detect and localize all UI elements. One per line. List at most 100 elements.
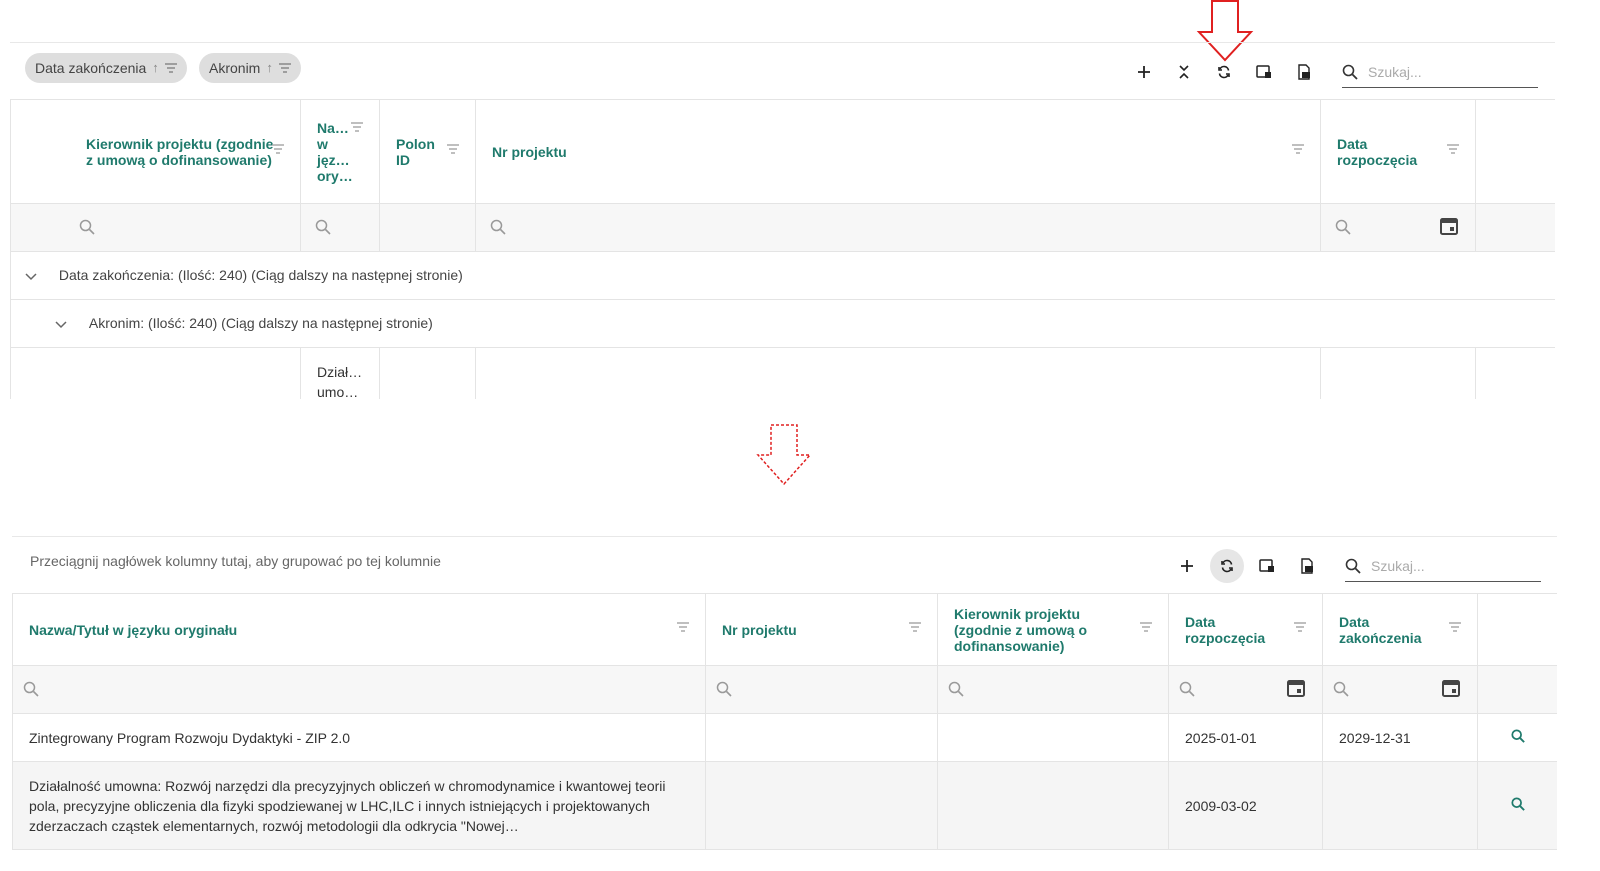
group-row-label: Akronim: (Ilość: 240) (Ciąg dalszy na na…	[88, 314, 433, 331]
column-chooser-icon	[1259, 559, 1274, 572]
filter-cell-kierownik[interactable]	[10, 203, 301, 252]
calendar-icon[interactable]	[1286, 678, 1306, 698]
add-button[interactable]	[1167, 549, 1207, 583]
filter-icon[interactable]	[1447, 143, 1459, 154]
group-row-akronim[interactable]: Akronim: (Ilość: 240) (Ciąg dalszy na na…	[10, 299, 1555, 348]
table-cell	[379, 347, 476, 399]
column-header-nazwa[interactable]: Na… w jęz… ory…	[300, 99, 380, 204]
table-row[interactable]: Zintegrowany Program Rozwoju Dydaktyki -…	[12, 713, 1557, 762]
column-chooser-button[interactable]	[1247, 549, 1287, 583]
table-cell	[475, 347, 1321, 399]
column-header-data-rozpoczecia[interactable]: Data rozpoczęcia	[1168, 593, 1323, 666]
sort-asc-icon[interactable]: ↑	[152, 53, 159, 83]
search-box[interactable]	[1345, 551, 1541, 582]
column-header-kierownik[interactable]: Kierownik projektu (zgodnie z umową o do…	[937, 593, 1169, 666]
plus-icon	[1181, 560, 1193, 572]
sort-asc-icon[interactable]: ↑	[266, 53, 273, 83]
search-input[interactable]	[1366, 63, 1520, 81]
filter-icon[interactable]	[909, 621, 921, 632]
filter-cell-nazwa-tytul[interactable]	[12, 665, 706, 714]
search-icon	[1179, 681, 1195, 697]
search-icon	[948, 681, 964, 697]
chevron-down-icon[interactable]	[55, 316, 79, 332]
refresh-button[interactable]	[1204, 55, 1244, 89]
column-header-data-zakonczenia[interactable]: Data zakończenia	[1322, 593, 1478, 666]
column-header-actions	[1477, 593, 1557, 666]
collapse-all-button[interactable]	[1164, 55, 1204, 89]
filter-cell-nazwa[interactable]	[300, 203, 380, 252]
add-button[interactable]	[1124, 55, 1164, 89]
grid-table: Kierownik projektu (zgodnie z umową o do…	[10, 99, 1555, 399]
column-header-data-rozpoczecia[interactable]: Data rozpoczęcia	[1320, 99, 1476, 204]
grid-table: Nazwa/Tytuł w języku oryginału Nr projek…	[12, 593, 1557, 850]
column-header-kierownik[interactable]: Kierownik projektu (zgodnie z umową o do…	[10, 99, 301, 204]
export-button[interactable]	[1284, 55, 1324, 89]
search-icon	[315, 219, 331, 235]
search-input[interactable]	[1369, 557, 1523, 575]
column-header-polon-id[interactable]: Polon ID	[379, 99, 476, 204]
group-chip-data-zakonczenia[interactable]: Data zakończenia ↑	[25, 53, 187, 83]
filter-cell-nr-projektu[interactable]	[705, 665, 938, 714]
filter-cell-actions	[1475, 203, 1555, 252]
cell-nr-projektu	[705, 761, 938, 850]
column-header-actions	[1475, 99, 1555, 204]
column-header-nr-projektu[interactable]: Nr projektu	[705, 593, 938, 666]
column-header-label: Data zakończenia	[1339, 613, 1422, 646]
table-row[interactable]: Działalność umowna: Rozwój narzędzi dla …	[12, 761, 1557, 850]
calendar-icon[interactable]	[1441, 678, 1461, 698]
export-button[interactable]	[1287, 549, 1327, 583]
filter-cell-data-zakonczenia[interactable]	[1322, 665, 1478, 714]
cell-kierownik	[937, 761, 1169, 850]
cell-kierownik	[937, 713, 1169, 762]
cell-nr-projektu	[705, 713, 938, 762]
filter-cell-data-rozpoczecia[interactable]	[1320, 203, 1476, 252]
column-header-label: Nr projektu	[492, 143, 567, 160]
filter-icon[interactable]	[1449, 621, 1461, 632]
filter-icon[interactable]	[1294, 621, 1306, 632]
filter-icon[interactable]	[677, 621, 689, 632]
grid-toolbar: Przeciągnij nagłówek kolumny tutaj, aby …	[12, 537, 1557, 593]
chip-label: Data zakończenia	[35, 60, 147, 76]
view-details-icon[interactable]	[1510, 729, 1525, 743]
filter-icon[interactable]	[351, 122, 363, 132]
filter-icon[interactable]	[1140, 622, 1152, 632]
chevron-down-icon[interactable]	[25, 268, 49, 284]
filter-icon[interactable]	[272, 143, 284, 154]
filter-cell-kierownik[interactable]	[937, 665, 1169, 714]
column-header-nazwa-tytul[interactable]: Nazwa/Tytuł w języku oryginału	[12, 593, 706, 666]
filter-icon[interactable]	[447, 143, 459, 154]
table-cell: Dział… umo…	[300, 347, 380, 399]
search-icon	[1342, 64, 1358, 80]
filter-icon[interactable]	[1292, 143, 1304, 154]
filter-cell-data-rozpoczecia[interactable]	[1168, 665, 1323, 714]
view-details-icon[interactable]	[1510, 797, 1525, 811]
search-icon	[1345, 558, 1361, 574]
cell-actions	[1477, 761, 1557, 850]
table-cell	[10, 347, 301, 399]
refresh-button[interactable]	[1210, 549, 1244, 583]
filter-cell-polon-id[interactable]	[379, 203, 476, 252]
group-row-label: Data zakończenia: (Ilość: 240) (Ciąg dal…	[58, 266, 463, 283]
filter-icon[interactable]	[278, 63, 291, 73]
calendar-icon[interactable]	[1439, 216, 1459, 236]
column-chooser-icon	[1256, 65, 1271, 78]
cell-data-rozpoczecia: 2025-01-01	[1168, 713, 1323, 762]
cell-data-rozpoczecia: 2009-03-02	[1168, 761, 1323, 850]
group-row-data-zakonczenia[interactable]: Data zakończenia: (Ilość: 240) (Ciąg dal…	[10, 251, 1555, 300]
grid-before: Data zakończenia ↑ Akronim ↑ Szukaj... K…	[10, 42, 1555, 399]
column-header-nr-projektu[interactable]: Nr projektu	[475, 99, 1321, 204]
cell-title: Zintegrowany Program Rozwoju Dydaktyki -…	[12, 713, 706, 762]
filter-row	[12, 665, 1557, 714]
search-box[interactable]	[1342, 57, 1538, 88]
filter-cell-actions	[1477, 665, 1557, 714]
table-row[interactable]: Dział… umo…	[10, 347, 1555, 399]
group-chip-akronim[interactable]: Akronim ↑	[199, 53, 301, 83]
filter-icon[interactable]	[164, 63, 177, 73]
filter-cell-nr-projektu[interactable]	[475, 203, 1321, 252]
column-chooser-button[interactable]	[1244, 55, 1284, 89]
export-icon	[1301, 558, 1313, 574]
column-header-label: Data rozpoczęcia	[1185, 613, 1266, 646]
filter-row	[10, 203, 1555, 252]
search-icon	[490, 219, 506, 235]
export-icon	[1298, 64, 1310, 80]
